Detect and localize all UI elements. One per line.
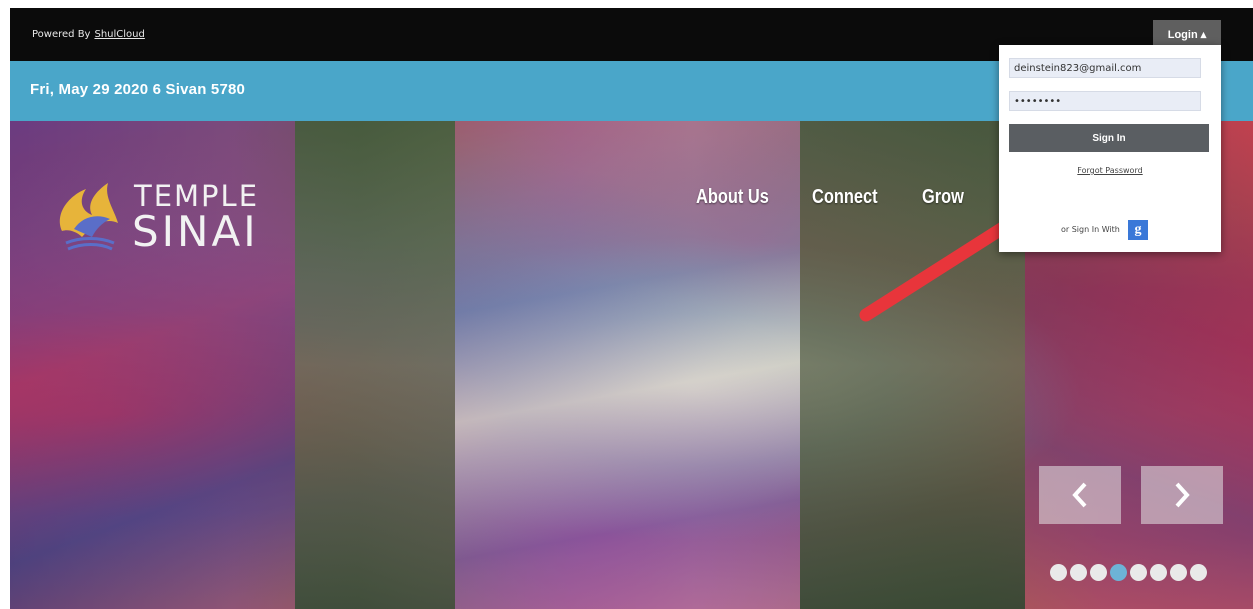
google-signin-button[interactable]: g	[1128, 220, 1148, 240]
carousel-dot[interactable]	[1070, 564, 1087, 581]
hebrew-date: Fri, May 29 2020 6 Sivan 5780	[30, 81, 246, 98]
carousel-dot[interactable]	[1190, 564, 1207, 581]
carousel-dot[interactable]	[1150, 564, 1167, 581]
forgot-password-link[interactable]: Forgot Password	[999, 166, 1221, 175]
email-field[interactable]: deinstein823@gmail.com	[1009, 58, 1201, 78]
google-icon: g	[1134, 222, 1142, 237]
chevron-left-icon	[1072, 482, 1087, 508]
powered-by: Powered By ShulCloud	[32, 29, 145, 40]
nav-connect[interactable]: Connect	[812, 186, 878, 209]
carousel-dot[interactable]	[1090, 564, 1107, 581]
login-button[interactable]: Login ▴	[1153, 20, 1221, 48]
password-field[interactable]: ••••••••	[1009, 91, 1201, 111]
carousel-dot[interactable]	[1130, 564, 1147, 581]
logo-text-sinai: SINAI	[132, 207, 259, 256]
carousel-next-button[interactable]	[1141, 466, 1223, 524]
chevron-right-icon	[1175, 482, 1190, 508]
shulcloud-link[interactable]: ShulCloud	[94, 29, 144, 40]
carousel-prev-button[interactable]	[1039, 466, 1121, 524]
nav-grow[interactable]: Grow	[922, 186, 964, 209]
carousel-dots	[1050, 564, 1207, 581]
carousel-dot-active[interactable]	[1110, 564, 1127, 581]
powered-by-text: Powered By	[32, 29, 91, 40]
carousel-dot[interactable]	[1050, 564, 1067, 581]
login-dropdown: deinstein823@gmail.com •••••••• Sign In …	[999, 45, 1221, 252]
temple-sinai-logo[interactable]: TEMPLE SINAI	[52, 173, 302, 263]
flame-logo-icon	[59, 183, 118, 251]
alt-sign-in-label: or Sign In With	[1061, 225, 1120, 234]
carousel-dot[interactable]	[1170, 564, 1187, 581]
nav-about-us[interactable]: About Us	[696, 186, 769, 209]
browser-viewport: Powered By ShulCloud Login ▴ Fri, May 29 …	[10, 8, 1253, 609]
greenery-left	[295, 121, 455, 609]
sign-in-button[interactable]: Sign In	[1009, 124, 1209, 152]
